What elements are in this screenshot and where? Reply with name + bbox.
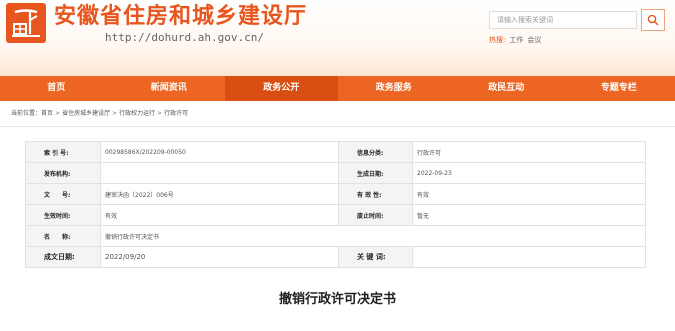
meta-row: 文 号: 建审决函〔2022〕006号 有 效 性: 有效 — [25, 183, 646, 205]
meta-value-index: 00298586X/202209-00050 — [100, 141, 339, 163]
breadcrumb: 当前位置：首页 > 省住房城乡建设厅 > 行政权力运行 > 行政许可 — [11, 109, 188, 119]
meta-row: 生效时间: 有效 废止时间: 暂无 — [25, 204, 646, 226]
site-url: http://dohurd.ah.gov.cn/ — [105, 31, 264, 44]
meta-value-repeal-time: 暂无 — [412, 204, 646, 226]
document-meta-table: 索 引 号: 00298586X/202209-00050 信息分类: 行政许可… — [25, 141, 646, 268]
meta-label-doc-number: 文 号: — [25, 183, 101, 205]
nav-item-news[interactable]: 新闻资讯 — [113, 76, 226, 101]
breadcrumb-separator: > — [112, 110, 118, 117]
meta-label-name: 名 称: — [25, 225, 101, 247]
meta-value-validity: 有效 — [412, 183, 646, 205]
meta-value-name: 撤销行政许可决定书 — [100, 225, 646, 247]
site-logo-icon[interactable] — [6, 3, 46, 43]
breadcrumb-link[interactable]: 行政权力运行 — [119, 110, 155, 117]
meta-value-category: 行政许可 — [412, 141, 646, 163]
breadcrumb-separator: > — [157, 110, 163, 117]
meta-value-effective-time: 有效 — [100, 204, 339, 226]
meta-label-written-date: 成文日期: — [25, 246, 101, 268]
meta-label-effective-time: 生效时间: — [25, 204, 101, 226]
meta-value-generated-date: 2022-09-23 — [412, 162, 646, 184]
main-nav: 首页 新闻资讯 政务公开 政务服务 政民互动 专题专栏 — [0, 76, 675, 101]
meta-label-repeal-time: 废止时间: — [338, 204, 413, 226]
nav-item-home[interactable]: 首页 — [0, 76, 113, 101]
hot-search-term[interactable]: 工作 — [509, 36, 523, 44]
breadcrumb-link[interactable]: 省住房城乡建设厅 — [62, 110, 110, 117]
breadcrumb-separator: > — [55, 110, 61, 117]
nav-item-gov-affairs[interactable]: 政务公开 — [225, 76, 338, 101]
search-button[interactable] — [641, 9, 665, 31]
meta-row: 成文日期: 2022/09/20 关 键 词: — [25, 246, 646, 268]
breadcrumb-prefix: 当前位置： — [11, 110, 42, 117]
document-title: 撤销行政许可决定书 — [278, 292, 396, 307]
meta-row: 名 称: 撤销行政许可决定书 — [25, 225, 646, 247]
meta-label-validity: 有 效 性: — [338, 183, 413, 205]
meta-label-generated-date: 生成日期: — [338, 162, 413, 184]
nav-item-topics[interactable]: 专题专栏 — [563, 76, 675, 101]
meta-label-category: 信息分类: — [338, 141, 413, 163]
meta-value-doc-number: 建审决函〔2022〕006号 — [100, 183, 339, 205]
meta-value-keywords — [412, 246, 646, 268]
hot-search-term[interactable]: 会议 — [527, 36, 541, 44]
site-header: 安徽省住房和城乡建设厅 http://dohurd.ah.gov.cn/ 热搜:… — [0, 0, 675, 76]
search-icon — [647, 14, 659, 26]
hot-search-label: 热搜: — [489, 36, 506, 44]
meta-value-written-date: 2022/09/20 — [100, 246, 339, 268]
search-input[interactable] — [489, 11, 637, 29]
meta-row: 发布机构: 生成日期: 2022-09-23 — [25, 162, 646, 184]
meta-value-publisher — [100, 162, 339, 184]
nav-item-gov-services[interactable]: 政务服务 — [338, 76, 451, 101]
meta-label-index: 索 引 号: — [25, 141, 101, 163]
hot-search-row: 热搜: 工作 会议 — [489, 35, 541, 45]
meta-label-publisher: 发布机构: — [25, 162, 101, 184]
site-title[interactable]: 安徽省住房和城乡建设厅 — [54, 3, 307, 31]
meta-row: 索 引 号: 00298586X/202209-00050 信息分类: 行政许可 — [25, 141, 646, 163]
meta-label-keywords: 关 键 词: — [338, 246, 413, 268]
breadcrumb-link[interactable]: 行政许可 — [164, 110, 188, 117]
breadcrumb-link[interactable]: 首页 — [41, 110, 53, 117]
nav-item-interaction[interactable]: 政民互动 — [450, 76, 563, 101]
